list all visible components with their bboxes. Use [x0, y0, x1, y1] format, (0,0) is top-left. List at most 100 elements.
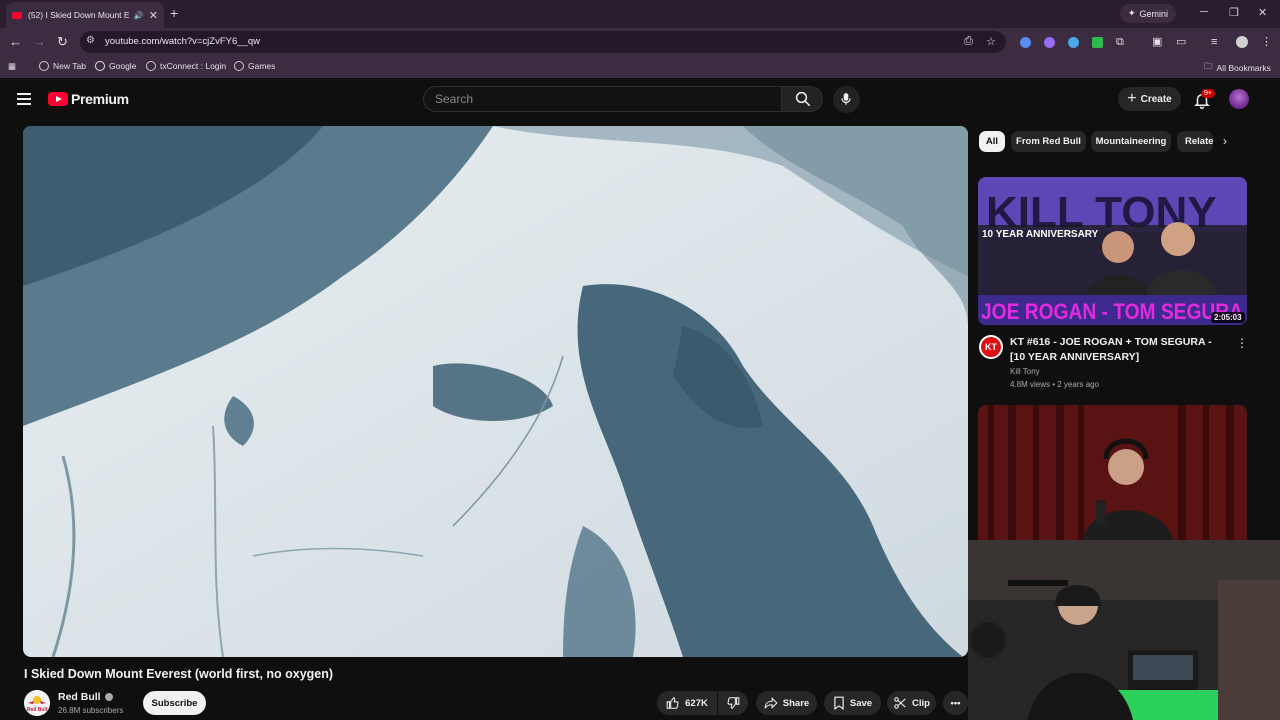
plus-icon: + [1127, 90, 1137, 107]
google-icon [95, 61, 105, 71]
gemini-button[interactable]: ✦ Gemini [1120, 4, 1176, 23]
thumb-bottom-text: JOE ROGAN - TOM SEGURA [981, 299, 1243, 324]
tab-search-icon[interactable]: ▣ [1152, 34, 1162, 50]
site-info-icon[interactable]: ⚙ [86, 35, 95, 46]
extension-1-icon[interactable] [1020, 37, 1031, 48]
search-button[interactable] [781, 86, 823, 112]
youtube-premium-logo[interactable]: Premium [48, 91, 129, 107]
extension-rv-icon[interactable] [1092, 37, 1103, 48]
address-bar[interactable]: ⚙ youtube.com/watch?v=cjZvFY6__qw ⎙ ☆ [80, 31, 1006, 53]
chip-from-red-bull[interactable]: From Red Bull [1011, 131, 1086, 152]
channel-name-link[interactable]: Red Bull [58, 691, 113, 703]
bookmark-games[interactable]: Games [234, 61, 275, 71]
recommendation-thumbnail[interactable]: KILL TONY 10 YEAR ANNIVERSARY JOE ROGAN … [978, 177, 1247, 325]
search-box [423, 86, 781, 112]
video-frame-snow-terrain [23, 126, 968, 657]
browser-tab[interactable]: (52) I Skied Down Mount Ev 🔊 ✕ [6, 2, 164, 28]
share-label: Share [782, 697, 810, 709]
profile-avatar-icon[interactable] [1236, 36, 1248, 48]
minimize-icon[interactable]: ─ [1200, 6, 1208, 18]
bookmark-google[interactable]: Google [95, 61, 136, 71]
podcast-thumbnail-art [978, 405, 1247, 540]
kill-tony-channel-avatar[interactable]: KT [979, 335, 1003, 359]
save-button[interactable]: Save [824, 691, 881, 715]
bookmark-star-icon[interactable]: ☆ [986, 35, 996, 48]
bookmark-txconnect[interactable]: txConnect : Login [146, 61, 226, 71]
channel-logo-text: Red Bull [27, 707, 48, 713]
window-close-icon[interactable]: ✕ [1258, 6, 1267, 19]
chip-all[interactable]: All [979, 131, 1005, 152]
browser-toolbar: ← → ↻ ⚙ youtube.com/watch?v=cjZvFY6__qw … [0, 28, 1280, 56]
like-count: 627K [685, 697, 708, 709]
new-tab-button[interactable]: + [170, 5, 178, 21]
webcam-overlay [968, 540, 1280, 720]
gemini-sparkle-icon: ✦ [1127, 8, 1136, 18]
menu-hamburger-icon[interactable] [17, 93, 31, 105]
youtube-play-icon [48, 92, 68, 106]
video-title: I Skied Down Mount Everest (world first,… [24, 667, 334, 681]
youtube-header: Premium + Create 9+ [0, 80, 1280, 120]
extension-3-icon[interactable] [1068, 37, 1079, 48]
share-button[interactable]: Share [756, 691, 817, 715]
thumb-sub-text: 10 YEAR ANNIVERSARY [982, 229, 1099, 240]
folder-icon: 🗀 [1204, 61, 1213, 71]
extension-2-icon[interactable] [1044, 37, 1055, 48]
reload-icon[interactable]: ↻ [57, 34, 68, 50]
browser-menu-icon[interactable]: ⋮ [1261, 34, 1272, 50]
thumbs-up-icon [666, 697, 679, 709]
red-bull-logo: Red Bull [24, 690, 50, 716]
microphone-icon [841, 93, 851, 105]
more-actions-button[interactable]: ••• [943, 691, 968, 715]
extensions-puzzle-icon[interactable]: ⧉ [1116, 34, 1124, 50]
voice-search-button[interactable] [833, 86, 860, 113]
create-button[interactable]: + Create [1118, 87, 1181, 111]
logo-text: Premium [71, 91, 129, 107]
save-label: Save [849, 697, 873, 709]
recommendation-title[interactable]: KT #616 - JOE ROGAN + TOM SEGURA - [10 Y… [1010, 335, 1228, 365]
clip-label: Clip [912, 697, 930, 709]
globe-icon [234, 61, 244, 71]
install-app-icon[interactable]: ⎙ [964, 35, 973, 48]
tab-close-icon[interactable]: ✕ [149, 9, 158, 22]
like-button[interactable]: 627K [657, 691, 717, 715]
create-label: Create [1140, 93, 1172, 105]
back-arrow-icon[interactable]: ← [9, 34, 22, 50]
globe-icon [39, 61, 49, 71]
search-icon [795, 91, 811, 107]
youtube-favicon-icon [12, 11, 22, 19]
bookmarks-bar: ▦ New Tab Google txConnect : Login Games… [0, 56, 1280, 78]
tab-audio-icon[interactable]: 🔊 [134, 11, 144, 20]
thumbs-down-icon [727, 697, 740, 709]
webcam-feed-image [968, 540, 1280, 720]
apps-grid-icon[interactable]: ▦ [8, 61, 16, 72]
bookmark-icon [834, 696, 844, 710]
media-controls-icon[interactable]: ≡ [1211, 34, 1217, 50]
bookmark-new-tab[interactable]: New Tab [39, 61, 86, 71]
kill-tony-thumbnail-art: KILL TONY 10 YEAR ANNIVERSARY JOE ROGAN … [978, 177, 1247, 325]
channel-avatar[interactable]: Red Bull [24, 690, 50, 716]
dislike-button[interactable] [718, 691, 748, 715]
more-vertical-icon[interactable]: ⋮ [1236, 336, 1248, 350]
account-avatar[interactable] [1229, 89, 1249, 109]
chevron-right-icon[interactable]: › [1223, 134, 1227, 148]
video-player[interactable] [23, 126, 968, 657]
recommendation-thumbnail-2[interactable] [978, 405, 1247, 540]
verified-check-icon [104, 693, 113, 701]
recommendation-channel[interactable]: Kill Tony [1010, 367, 1040, 376]
subscriber-count: 26.8M subscribers [58, 706, 124, 715]
clip-button[interactable]: Clip [887, 691, 936, 715]
maximize-icon[interactable]: ❐ [1229, 6, 1239, 19]
cast-icon[interactable]: ▭ [1176, 34, 1186, 50]
channel-name: Red Bull [58, 691, 101, 703]
chip-related[interactable]: Relate [1177, 131, 1213, 152]
subscribe-button[interactable]: Subscribe [143, 691, 206, 715]
forward-arrow-icon[interactable]: → [33, 34, 46, 50]
search-input[interactable] [424, 87, 781, 111]
video-duration: 2:05:03 [1211, 312, 1245, 323]
globe-icon [146, 61, 156, 71]
chip-mountaineering[interactable]: Mountaineering [1091, 131, 1171, 152]
recommendation-meta: 4.8M views • 2 years ago [1010, 380, 1100, 389]
url-text: youtube.com/watch?v=cjZvFY6__qw [105, 36, 260, 47]
browser-tab-strip: (52) I Skied Down Mount Ev 🔊 ✕ + ✦ Gemin… [0, 0, 1280, 28]
all-bookmarks-button[interactable]: 🗀 All Bookmarks [1204, 61, 1271, 75]
